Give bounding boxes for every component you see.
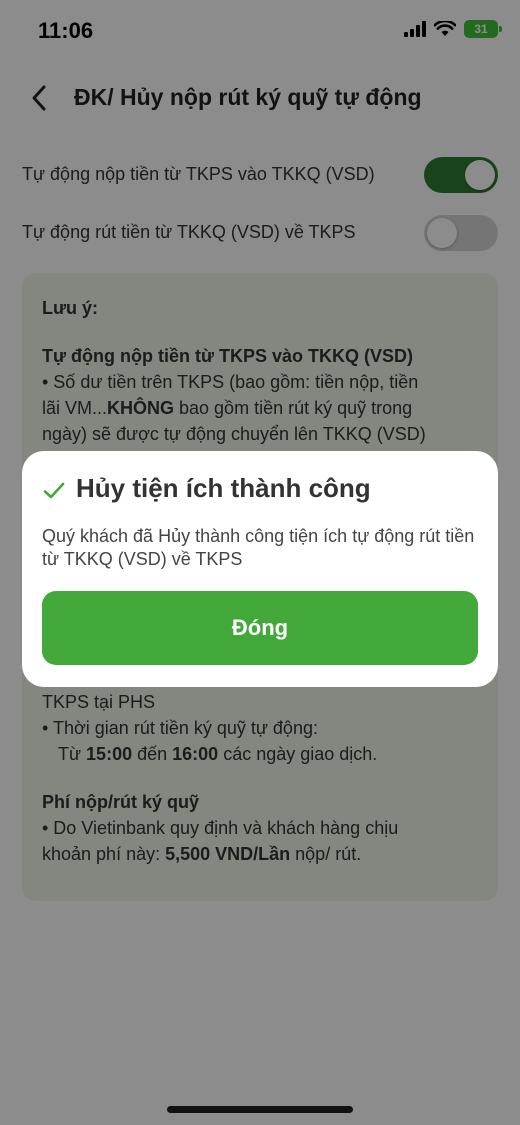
success-dialog: Hủy tiện ích thành công Quý khách đã Hủy… xyxy=(22,451,498,687)
dialog-title: Hủy tiện ích thành công xyxy=(76,473,371,503)
home-indicator[interactable] xyxy=(167,1106,353,1113)
check-icon xyxy=(42,479,66,503)
dialog-message: Quý khách đã Hủy thành công tiện ích tự … xyxy=(42,526,475,569)
screen: 11:06 31 ĐK/ Hủy nộp rút ký quỹ tự động … xyxy=(0,0,520,1125)
close-button[interactable]: Đóng xyxy=(42,591,478,665)
